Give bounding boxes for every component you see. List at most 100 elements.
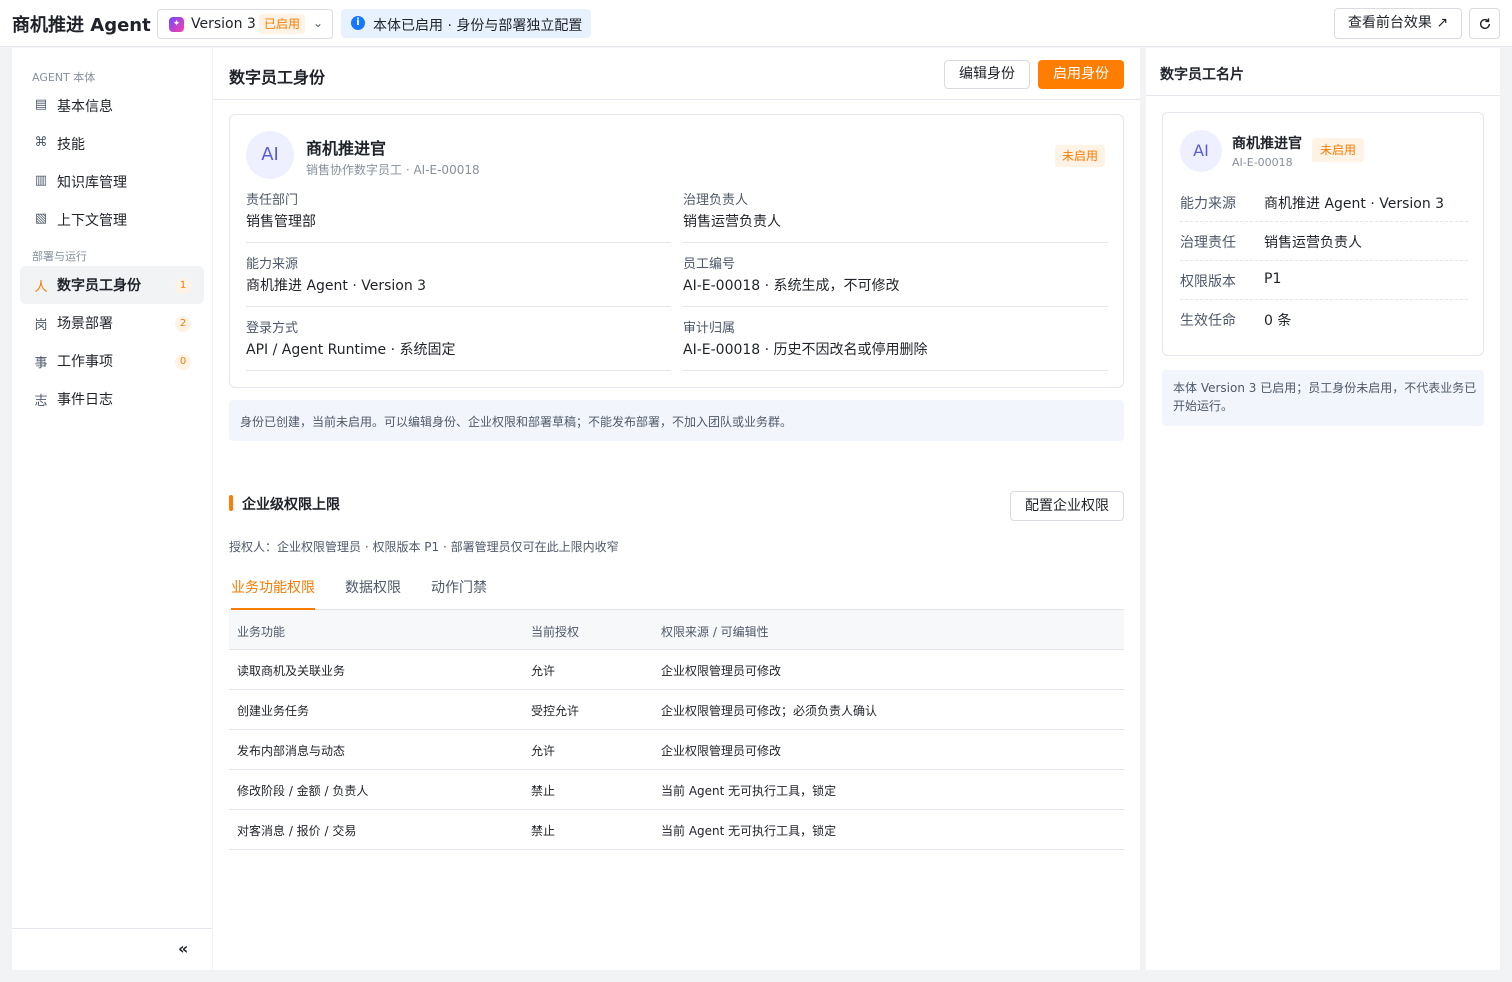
sidebar: AGENT 本体 ▤ 基本信息 ⌘ 技能 ▥ 知识库管理 ▧ 上下文管理 部署与…: [12, 48, 212, 970]
status-badge: 未启用: [1312, 138, 1365, 162]
sidebar-item-label: 场景部署: [57, 316, 113, 332]
sidebar-item-deployment[interactable]: 岗 场景部署 2: [20, 304, 204, 342]
field-label: 审计归属: [683, 321, 736, 336]
table-cell: 企业权限管理员可修改；必须负责人确认: [661, 704, 878, 718]
table-row: 创建业务任务 受控允许 企业权限管理员可修改；必须负责人确认: [229, 690, 1124, 730]
book-icon: ▥: [34, 173, 48, 188]
column-header: 业务功能: [237, 625, 286, 639]
card-row-governance: 治理责任 销售运营负责人: [1180, 222, 1468, 261]
sidebar-item-event-log[interactable]: 志 事件日志: [20, 380, 204, 418]
version-name: Version 3: [191, 16, 256, 32]
card-row-label: 能力来源: [1180, 196, 1236, 212]
table-cell: 允许: [531, 664, 556, 678]
sidebar-item-label: 工作事项: [57, 354, 113, 370]
context-icon: ▧: [34, 211, 48, 226]
edit-identity-button[interactable]: 编辑身份: [944, 60, 1030, 89]
info-icon: i: [351, 16, 365, 30]
sidebar-group-deploy: 部署与运行: [32, 250, 87, 263]
field-governance-owner: 治理负责人 销售运营负责人: [683, 189, 1108, 243]
grantor-text: 授权人：企业权限管理员 · 权限版本 P1 · 部署管理员仅可在此上限内收窄: [229, 540, 619, 554]
top-bar: 商机推进 Agent · ✦ Version 3 已启用 ⌄ i 本体已启用 ·…: [0, 0, 1512, 47]
log-icon: 志: [34, 394, 48, 409]
table-cell: 对客消息 / 报价 / 交易: [237, 824, 357, 838]
table-cell: 发布内部消息与动态: [237, 744, 346, 758]
preview-button[interactable]: 查看前台效果 ↗: [1334, 8, 1462, 39]
sidebar-item-skills[interactable]: ⌘ 技能: [20, 125, 204, 163]
sidebar-group-agent: AGENT 本体: [32, 71, 96, 84]
panel-title: 数字员工名片: [1160, 67, 1244, 83]
table-cell: 企业权限管理员可修改: [661, 664, 782, 678]
field-employee-id: 员工编号 AI-E-00018 · 系统生成，不可修改: [683, 253, 1108, 307]
table-row: 修改阶段 / 金额 / 负责人 禁止 当前 Agent 无可执行工具，锁定: [229, 770, 1124, 810]
section-title: 企业级权限上限: [242, 497, 340, 513]
notice-text: 身份已创建，当前未启用。可以编辑身份、企业权限和部署草稿；不能发布部署，不加入团…: [240, 415, 793, 429]
refresh-icon: [1479, 18, 1490, 30]
employee-business-card: AI 商机推进官 未启用 AI-E-00018 能力来源 商机推进 Agent …: [1162, 112, 1484, 356]
permission-tabs: 业务功能权限 数据权限 动作门禁: [229, 568, 1124, 610]
configure-permissions-button[interactable]: 配置企业权限: [1010, 491, 1124, 521]
identity-notice: 身份已创建，当前未启用。可以编辑身份、企业权限和部署草稿；不能发布部署，不加入团…: [229, 400, 1124, 441]
field-audit-owner: 审计归属 AI-E-00018 · 历史不因改名或停用删除: [683, 317, 1108, 371]
employee-subtitle: 销售协作数字员工 · AI-E-00018: [306, 163, 480, 177]
card-employee-name: 商机推进官: [1232, 136, 1302, 152]
task-icon: 事: [34, 356, 48, 371]
sidebar-item-work-items[interactable]: 事 工作事项 0: [20, 342, 204, 380]
sidebar-item-label: 数字员工身份: [57, 278, 141, 294]
field-label: 治理负责人: [683, 193, 749, 208]
table-row: 读取商机及关联业务 允许 企业权限管理员可修改: [229, 650, 1124, 690]
table-cell: 受控允许: [531, 704, 580, 718]
tab-business-permissions[interactable]: 业务功能权限: [231, 577, 315, 610]
collapse-sidebar-button[interactable]: «: [12, 928, 212, 970]
sidebar-item-label: 技能: [57, 137, 85, 153]
post-icon: 岗: [34, 318, 48, 333]
card-row-label: 权限版本: [1180, 274, 1236, 290]
sidebar-item-knowledge[interactable]: ▥ 知识库管理: [20, 163, 204, 201]
section-accent-bar: [229, 495, 233, 511]
person-icon: 人: [34, 280, 48, 295]
table-cell: 读取商机及关联业务: [237, 664, 346, 678]
identity-card: AI 商机推进官 销售协作数字员工 · AI-E-00018 未启用 责任部门 …: [229, 114, 1124, 388]
employee-name: 商机推进官: [306, 139, 387, 158]
version-select[interactable]: ✦ Version 3 已启用 ⌄: [157, 9, 333, 39]
agent-logo-icon: ✦: [169, 17, 184, 32]
card-employee-id: AI-E-00018: [1232, 156, 1293, 169]
app-title: 商机推进 Agent: [12, 15, 151, 36]
info-text: 本体已启用 · 身份与部署独立配置: [373, 18, 583, 34]
column-header: 权限来源 / 可编辑性: [661, 625, 769, 639]
sidebar-item-basic-info[interactable]: ▤ 基本信息: [20, 87, 204, 125]
field-value: API / Agent Runtime · 系统固定: [246, 342, 456, 358]
table-row: 对客消息 / 报价 / 交易 禁止 当前 Agent 无可执行工具，锁定: [229, 810, 1124, 850]
card-row-value: 销售运营负责人: [1264, 235, 1362, 251]
table-row: 发布内部消息与动态 允许 企业权限管理员可修改: [229, 730, 1124, 770]
status-badge: 未启用: [1055, 145, 1106, 167]
document-icon: ▤: [34, 97, 48, 112]
card-notice: 本体 Version 3 已启用；员工身份未启用，不代表业务已开始运行。: [1162, 370, 1484, 426]
card-row-capability: 能力来源 商机推进 Agent · Version 3: [1180, 183, 1468, 222]
sidebar-item-label: 基本信息: [57, 99, 113, 115]
sidebar-item-identity[interactable]: 人 数字员工身份 1: [20, 266, 204, 304]
tab-data-permissions[interactable]: 数据权限: [345, 577, 401, 610]
sidebar-item-label: 事件日志: [57, 392, 113, 408]
field-label: 责任部门: [246, 193, 299, 208]
tab-action-gates[interactable]: 动作门禁: [431, 577, 487, 610]
command-icon: ⌘: [34, 135, 48, 150]
main-header: 数字员工身份 编辑身份 启用身份: [213, 48, 1140, 100]
table-cell: 当前 Agent 无可执行工具，锁定: [661, 784, 837, 798]
enable-identity-button[interactable]: 启用身份: [1038, 60, 1124, 89]
refresh-button[interactable]: [1469, 8, 1500, 39]
title-separator: ·: [145, 14, 149, 28]
card-row-value: 商机推进 Agent · Version 3: [1264, 196, 1445, 212]
business-card-panel: 数字员工名片 AI 商机推进官 未启用 AI-E-00018 能力来源 商机推进…: [1146, 48, 1500, 970]
field-label: 员工编号: [683, 257, 736, 272]
sidebar-item-label: 知识库管理: [57, 175, 127, 191]
page-title: 数字员工身份: [229, 68, 326, 87]
field-department: 责任部门 销售管理部: [246, 189, 671, 243]
field-value: AI-E-00018 · 系统生成，不可修改: [683, 278, 900, 294]
field-value: 商机推进 Agent · Version 3: [246, 278, 427, 294]
table-cell: 禁止: [531, 824, 556, 838]
field-value: AI-E-00018 · 历史不因改名或停用删除: [683, 342, 928, 358]
field-login-method: 登录方式 API / Agent Runtime · 系统固定: [246, 317, 671, 371]
sidebar-item-context[interactable]: ▧ 上下文管理: [20, 201, 204, 239]
card-row-appointments: 生效任命 0 条: [1180, 300, 1468, 339]
chevron-down-icon: ⌄: [313, 16, 324, 30]
